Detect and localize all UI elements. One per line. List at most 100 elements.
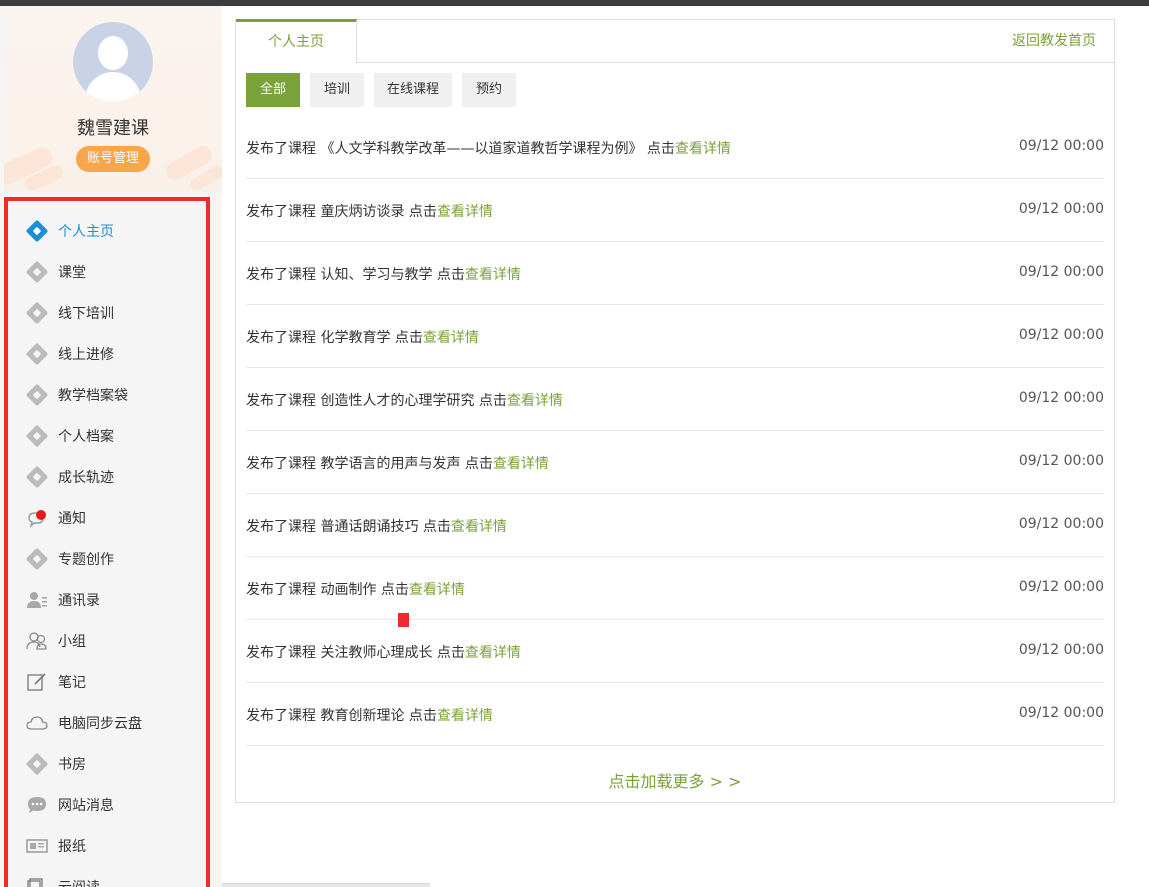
avatar-body-shape (85, 72, 141, 102)
group-icon (26, 631, 48, 651)
back-to-home-link[interactable]: 返回教发首页 (1012, 20, 1096, 63)
sidebar-item-label: 通知 (58, 510, 86, 527)
feed-time: 09/12 00:00 (1018, 705, 1104, 721)
cube-icon (25, 465, 49, 488)
view-details-link[interactable]: 查看详情 (675, 141, 731, 157)
chat-bubble-icon (26, 795, 48, 815)
sidebar-item-label: 通讯录 (58, 592, 100, 609)
feed-time: 09/12 00:00 (1018, 327, 1104, 343)
note-edit-icon (26, 672, 48, 692)
sidebar-item-cloud-disk[interactable]: 电脑同步云盘 (8, 702, 206, 743)
view-details-link[interactable]: 查看详情 (409, 582, 465, 598)
sidebar-item-site-messages[interactable]: 网站消息 (8, 784, 206, 825)
list-item: 发布了课程 普通话朗诵技巧 点击查看详情 09/12 00:00 (246, 494, 1104, 557)
left-column: 魏雪建课 账号管理 个人主页 课堂 线下培训 线上进修 教学档案袋 个人档案 成… (0, 6, 222, 887)
sidebar-item-label: 课堂 (58, 264, 86, 281)
feed-text: 发布了课程 教学语言的用声与发声 点击查看详情 (246, 456, 549, 472)
avatar[interactable] (73, 22, 153, 102)
cube-icon (25, 424, 49, 447)
tab-bar: 个人主页 返回教发首页 (236, 19, 1114, 63)
sidebar-item-offline-training[interactable]: 线下培训 (8, 292, 206, 333)
sidebar-item-label: 报纸 (58, 838, 86, 855)
view-details-link[interactable]: 查看详情 (465, 645, 521, 661)
list-item: 发布了课程 关注教师心理成长 点击查看详情 09/12 00:00 (246, 620, 1104, 683)
list-item: 发布了课程 教学语言的用声与发声 点击查看详情 09/12 00:00 (246, 431, 1104, 494)
view-details-link[interactable]: 查看详情 (451, 519, 507, 535)
list-item: 发布了课程 童庆炳访谈录 点击查看详情 09/12 00:00 (246, 179, 1104, 242)
feed-text: 发布了课程 教育创新理论 点击查看详情 (246, 708, 493, 724)
sidebar-item-notes[interactable]: 笔记 (8, 661, 206, 702)
username: 魏雪建课 (77, 118, 149, 139)
book-icon (26, 877, 48, 887)
filter-all-button[interactable]: 全部 (246, 73, 300, 107)
list-item: 发布了课程 《人文学科教学改革——以道家道教哲学课程为例》 点击查看详情 09/… (246, 116, 1104, 179)
list-item: 发布了课程 化学教育学 点击查看详情 09/12 00:00 (246, 305, 1104, 368)
filter-appointment-button[interactable]: 预约 (462, 73, 516, 107)
sidebar-item-groups[interactable]: 小组 (8, 620, 206, 661)
feed-text: 发布了课程 关注教师心理成长 点击查看详情 (246, 645, 521, 661)
feed-time: 09/12 00:00 (1018, 642, 1104, 658)
filter-online-course-button[interactable]: 在线课程 (374, 73, 452, 107)
filter-training-button[interactable]: 培训 (310, 73, 364, 107)
sidebar-item-study-room[interactable]: 书房 (8, 743, 206, 784)
list-item: 发布了课程 认知、学习与教学 点击查看详情 09/12 00:00 (246, 242, 1104, 305)
feed-text: 发布了课程 普通话朗诵技巧 点击查看详情 (246, 519, 507, 535)
feed-time: 09/12 00:00 (1018, 453, 1104, 469)
cube-icon (25, 219, 49, 242)
feed-time: 09/12 00:00 (1018, 516, 1104, 532)
feed-text: 发布了课程 创造性人才的心理学研究 点击查看详情 (246, 393, 563, 409)
sidebar-item-label: 个人档案 (58, 428, 114, 445)
sidebar-item-growth-track[interactable]: 成长轨迹 (8, 456, 206, 497)
sidebar-item-teaching-portfolio[interactable]: 教学档案袋 (8, 374, 206, 415)
view-details-link[interactable]: 查看详情 (507, 393, 563, 409)
list-item: 发布了课程 动画制作 点击查看详情 09/12 00:00 (246, 557, 1104, 620)
sidebar-item-label: 个人主页 (58, 223, 114, 240)
sidebar-item-personal-archive[interactable]: 个人档案 (8, 415, 206, 456)
view-details-link[interactable]: 查看详情 (423, 330, 479, 346)
sidebar-item-notifications[interactable]: 通知 (8, 497, 206, 538)
horizontal-scrollbar[interactable] (222, 883, 430, 887)
sidebar-item-online-study[interactable]: 线上进修 (8, 333, 206, 374)
tab-personal-home[interactable]: 个人主页 (236, 19, 357, 63)
sidebar-item-label: 书房 (58, 756, 86, 773)
sidebar-item-cloud-reading[interactable]: 云阅读 (8, 866, 206, 887)
cube-icon (25, 260, 49, 283)
account-management-button[interactable]: 账号管理 (76, 146, 150, 172)
cube-icon (25, 752, 49, 775)
profile-card: 魏雪建课 账号管理 (4, 6, 222, 192)
sidebar-item-newspaper[interactable]: 报纸 (8, 825, 206, 866)
sidebar-item-label: 云阅读 (58, 877, 100, 887)
view-details-link[interactable]: 查看详情 (465, 267, 521, 283)
cloud-icon (26, 713, 48, 733)
notification-bell-icon (26, 508, 48, 528)
sidebar-item-label: 电脑同步云盘 (58, 715, 142, 732)
load-more-button[interactable]: 点击加载更多 > > (236, 768, 1114, 792)
sidebar-item-label: 线下培训 (58, 305, 114, 322)
sidebar-item-contacts[interactable]: 通讯录 (8, 579, 206, 620)
cube-icon (25, 301, 49, 324)
sidebar-item-label: 线上进修 (58, 346, 114, 363)
feed-text: 发布了课程 化学教育学 点击查看详情 (246, 330, 479, 346)
sidebar-item-label: 成长轨迹 (58, 469, 114, 486)
view-details-link[interactable]: 查看详情 (437, 708, 493, 724)
red-marker (398, 613, 409, 627)
feed-text: 发布了课程 童庆炳访谈录 点击查看详情 (246, 204, 493, 220)
feed-text: 发布了课程 动画制作 点击查看详情 (246, 582, 465, 598)
feed-time: 09/12 00:00 (1018, 264, 1104, 280)
sidebar-item-classroom[interactable]: 课堂 (8, 251, 206, 292)
sidebar-item-label: 教学档案袋 (58, 387, 128, 404)
list-item: 发布了课程 创造性人才的心理学研究 点击查看详情 09/12 00:00 (246, 368, 1104, 431)
sidebar-item-topic-creation[interactable]: 专题创作 (8, 538, 206, 579)
sidebar-item-label: 专题创作 (58, 551, 114, 568)
cube-icon (25, 547, 49, 570)
cube-icon (25, 383, 49, 406)
newspaper-icon (26, 836, 48, 856)
view-details-link[interactable]: 查看详情 (437, 204, 493, 220)
cube-icon (25, 342, 49, 365)
view-details-link[interactable]: 查看详情 (493, 456, 549, 472)
feed-time: 09/12 00:00 (1018, 390, 1104, 406)
sidebar-item-home[interactable]: 个人主页 (8, 210, 206, 251)
list-item: 发布了课程 教育创新理论 点击查看详情 09/12 00:00 (246, 683, 1104, 746)
contacts-icon (26, 590, 48, 610)
sidebar-item-label: 网站消息 (58, 797, 114, 814)
